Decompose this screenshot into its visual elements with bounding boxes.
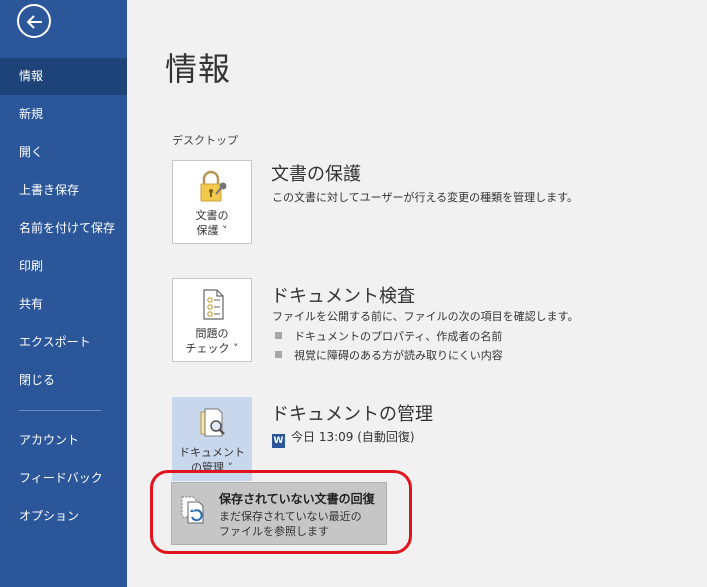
protect-document-label: 文書の 保護 ˅ [195, 209, 229, 237]
inspect-description: ファイルを公開する前に、ファイルの次の項目を確認します。 [272, 310, 579, 323]
inspect-title: ドキュメント検査 [271, 286, 415, 307]
nav-print[interactable]: 印刷 [0, 248, 127, 285]
nav-save[interactable]: 上書き保存 [0, 172, 127, 209]
protect-description: この文書に対してユーザーが行える変更の種類を管理します。 [272, 191, 579, 204]
check-issues-button[interactable]: 問題の チェック ˅ [172, 278, 252, 362]
page-title: 情報 [165, 50, 232, 88]
nav-export[interactable]: エクスポート [0, 324, 127, 361]
manage-title: ドキュメントの管理 [271, 404, 433, 425]
arrow-left-icon [26, 15, 42, 29]
protect-title: 文書の保護 [271, 164, 361, 185]
nav-options[interactable]: オプション [0, 498, 127, 535]
nav-save-as[interactable]: 名前を付けて保存 [0, 210, 127, 247]
check-issues-label: 問題の チェック ˅ [185, 327, 239, 355]
lock-key-icon [200, 170, 227, 202]
inspect-bullet: 視覚に障碍のある方が読み取りにくい内容 [272, 347, 503, 363]
nav-info[interactable]: 情報 [0, 58, 127, 95]
autorecover-entry[interactable]: W 今日 13:09 (自動回復) [272, 428, 415, 448]
nav-divider [19, 410, 101, 411]
back-button[interactable] [17, 4, 51, 38]
autorecover-entry-label: 今日 13:09 (自動回復) [291, 430, 415, 444]
inspect-bullet: ドキュメントのプロパティ、作成者の名前 [272, 328, 502, 344]
highlight-annotation [150, 470, 412, 554]
document-checklist-icon [203, 289, 224, 320]
nav-open[interactable]: 開く [0, 134, 127, 171]
nav-new[interactable]: 新規 [0, 96, 127, 133]
document-search-icon [200, 408, 225, 437]
nav-feedback[interactable]: フィードバック [0, 460, 127, 497]
backstage-sidebar: 情報 新規 開く 上書き保存 名前を付けて保存 印刷 共有 エクスポート 閉じる… [0, 0, 127, 587]
nav-share[interactable]: 共有 [0, 286, 127, 323]
manage-document-button[interactable]: ドキュメント の管理 ˅ [172, 397, 252, 481]
nav-account[interactable]: アカウント [0, 422, 127, 459]
word-document-icon: W [272, 434, 285, 448]
nav-close[interactable]: 閉じる [0, 362, 127, 399]
protect-document-button[interactable]: 文書の 保護 ˅ [172, 160, 252, 244]
section-label: デスクトップ [172, 134, 238, 147]
